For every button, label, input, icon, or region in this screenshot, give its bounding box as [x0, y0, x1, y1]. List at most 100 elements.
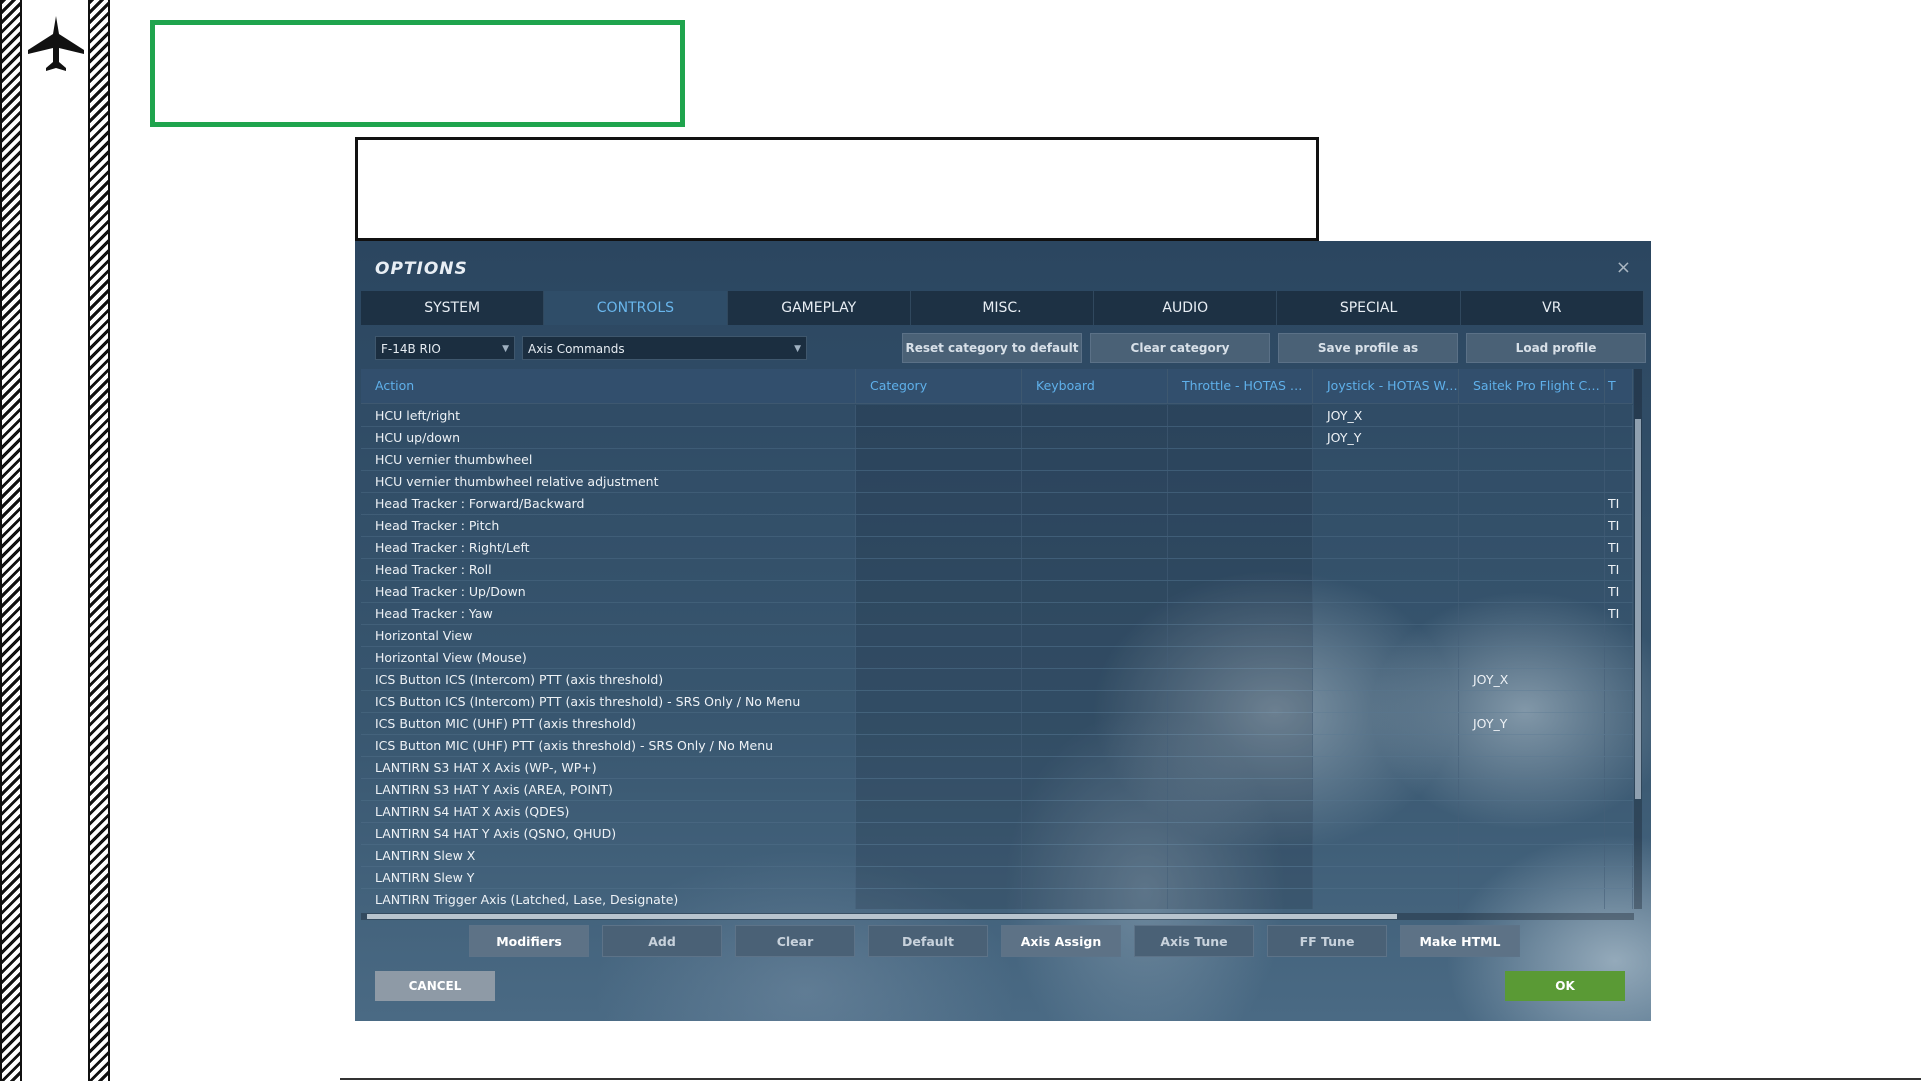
cell-saitek[interactable]	[1459, 449, 1605, 470]
cell-throttle[interactable]	[1168, 779, 1313, 800]
cell-action[interactable]: ICS Button ICS (Intercom) PTT (axis thre…	[361, 691, 856, 712]
cell-saitek[interactable]	[1459, 559, 1605, 580]
add-button[interactable]: Add	[602, 925, 722, 957]
cell-category[interactable]	[856, 823, 1022, 844]
table-row[interactable]: HCU vernier thumbwheel relative adjustme…	[361, 471, 1633, 493]
table-row[interactable]: LANTIRN S3 HAT Y Axis (AREA, POINT)	[361, 779, 1633, 801]
table-row[interactable]: LANTIRN Trigger Axis (Latched, Lase, Des…	[361, 889, 1633, 909]
cell-saitek[interactable]	[1459, 603, 1605, 624]
cell-keyboard[interactable]	[1022, 427, 1168, 448]
table-row[interactable]: Head Tracker : Yaw TI	[361, 603, 1633, 625]
cell-throttle[interactable]	[1168, 757, 1313, 778]
cell-saitek[interactable]	[1459, 515, 1605, 536]
cell-joystick[interactable]: JOY_X	[1313, 405, 1459, 426]
cell-saitek[interactable]	[1459, 779, 1605, 800]
cell-throttle[interactable]	[1168, 625, 1313, 646]
cell-joystick[interactable]	[1313, 471, 1459, 492]
cell-joystick[interactable]	[1313, 559, 1459, 580]
cell-category[interactable]	[856, 493, 1022, 514]
cell-joystick[interactable]	[1313, 537, 1459, 558]
table-row[interactable]: Horizontal View	[361, 625, 1633, 647]
column-header-action[interactable]: Action	[361, 369, 856, 403]
column-header-category[interactable]: Category	[856, 369, 1022, 403]
table-row[interactable]: ICS Button MIC (UHF) PTT (axis threshold…	[361, 735, 1633, 757]
cell-category[interactable]	[856, 559, 1022, 580]
cell-action[interactable]: LANTIRN S3 HAT Y Axis (AREA, POINT)	[361, 779, 856, 800]
cell-saitek[interactable]: JOY_X	[1459, 669, 1605, 690]
cell-saitek[interactable]: JOY_Y	[1459, 713, 1605, 734]
cell-category[interactable]	[856, 647, 1022, 668]
table-row[interactable]: HCU up/down JOY_Y	[361, 427, 1633, 449]
cell-truncated[interactable]: TI	[1605, 515, 1633, 536]
cell-throttle[interactable]	[1168, 713, 1313, 734]
cell-joystick[interactable]	[1313, 691, 1459, 712]
cell-action[interactable]: HCU up/down	[361, 427, 856, 448]
cell-keyboard[interactable]	[1022, 493, 1168, 514]
table-row[interactable]: ICS Button MIC (UHF) PTT (axis threshold…	[361, 713, 1633, 735]
cell-throttle[interactable]	[1168, 823, 1313, 844]
cell-action[interactable]: LANTIRN S3 HAT X Axis (WP-, WP+)	[361, 757, 856, 778]
cell-joystick[interactable]	[1313, 515, 1459, 536]
cell-category[interactable]	[856, 889, 1022, 909]
cell-throttle[interactable]	[1168, 449, 1313, 470]
modifiers-button[interactable]: Modifiers	[469, 925, 589, 957]
cell-throttle[interactable]	[1168, 801, 1313, 822]
load-profile-button[interactable]: Load profile	[1466, 333, 1646, 363]
cell-saitek[interactable]	[1459, 691, 1605, 712]
cell-keyboard[interactable]	[1022, 757, 1168, 778]
column-header-truncated[interactable]: T	[1605, 369, 1633, 403]
cell-saitek[interactable]	[1459, 493, 1605, 514]
vertical-scroll-thumb[interactable]	[1635, 419, 1641, 799]
cell-keyboard[interactable]	[1022, 779, 1168, 800]
cell-truncated[interactable]	[1605, 867, 1633, 888]
cell-keyboard[interactable]	[1022, 691, 1168, 712]
table-row[interactable]: LANTIRN S4 HAT Y Axis (QSNO, QHUD)	[361, 823, 1633, 845]
table-row[interactable]: HCU left/right JOY_X	[361, 405, 1633, 427]
cell-joystick[interactable]	[1313, 889, 1459, 909]
cell-keyboard[interactable]	[1022, 889, 1168, 909]
cell-saitek[interactable]	[1459, 427, 1605, 448]
cell-category[interactable]	[856, 867, 1022, 888]
cell-joystick[interactable]	[1313, 845, 1459, 866]
cell-action[interactable]: LANTIRN S4 HAT Y Axis (QSNO, QHUD)	[361, 823, 856, 844]
cell-action[interactable]: Head Tracker : Roll	[361, 559, 856, 580]
aircraft-select[interactable]: F-14B RIO ▼	[375, 336, 515, 360]
cell-joystick[interactable]	[1313, 625, 1459, 646]
table-row[interactable]: ICS Button ICS (Intercom) PTT (axis thre…	[361, 669, 1633, 691]
cell-action[interactable]: Horizontal View (Mouse)	[361, 647, 856, 668]
cell-throttle[interactable]	[1168, 647, 1313, 668]
cell-truncated[interactable]	[1605, 427, 1633, 448]
cell-joystick[interactable]: JOY_Y	[1313, 427, 1459, 448]
cell-action[interactable]: LANTIRN Slew Y	[361, 867, 856, 888]
cell-saitek[interactable]	[1459, 801, 1605, 822]
close-icon[interactable]: ×	[1616, 257, 1631, 278]
default-button[interactable]: Default	[868, 925, 988, 957]
cell-truncated[interactable]	[1605, 691, 1633, 712]
cell-throttle[interactable]	[1168, 471, 1313, 492]
cell-category[interactable]	[856, 537, 1022, 558]
cell-category[interactable]	[856, 845, 1022, 866]
cell-joystick[interactable]	[1313, 713, 1459, 734]
table-row[interactable]: Horizontal View (Mouse)	[361, 647, 1633, 669]
cell-joystick[interactable]	[1313, 493, 1459, 514]
cell-joystick[interactable]	[1313, 449, 1459, 470]
cell-keyboard[interactable]	[1022, 581, 1168, 602]
cell-joystick[interactable]	[1313, 779, 1459, 800]
cell-action[interactable]: Head Tracker : Right/Left	[361, 537, 856, 558]
cell-action[interactable]: Head Tracker : Pitch	[361, 515, 856, 536]
cell-throttle[interactable]	[1168, 603, 1313, 624]
cell-keyboard[interactable]	[1022, 823, 1168, 844]
cell-truncated[interactable]	[1605, 801, 1633, 822]
tab-special[interactable]: SPECIAL	[1277, 291, 1461, 325]
table-row[interactable]: Head Tracker : Pitch TI	[361, 515, 1633, 537]
ok-button[interactable]: OK	[1505, 971, 1625, 1001]
cell-keyboard[interactable]	[1022, 669, 1168, 690]
cell-action[interactable]: Horizontal View	[361, 625, 856, 646]
cell-saitek[interactable]	[1459, 845, 1605, 866]
tab-audio[interactable]: AUDIO	[1094, 291, 1278, 325]
cell-action[interactable]: ICS Button MIC (UHF) PTT (axis threshold…	[361, 713, 856, 734]
cell-action[interactable]: Head Tracker : Forward/Backward	[361, 493, 856, 514]
cell-throttle[interactable]	[1168, 889, 1313, 909]
cell-throttle[interactable]	[1168, 691, 1313, 712]
cell-category[interactable]	[856, 515, 1022, 536]
